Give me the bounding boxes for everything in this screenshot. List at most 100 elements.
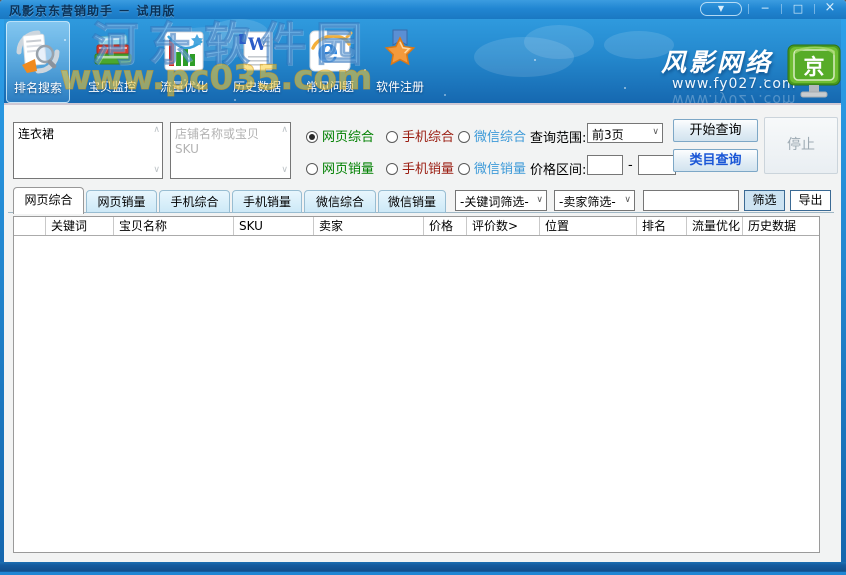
radio-dot [458, 163, 470, 175]
column-header-select[interactable] [14, 217, 46, 235]
traffic-optimize-icon [161, 28, 207, 74]
column-header-item-name[interactable]: 宝贝名称 [114, 217, 234, 235]
seller-filter-select[interactable]: -卖家筛选- ∨ [554, 190, 635, 211]
toolbar-item-item-monitor[interactable]: 宝贝监控 [80, 21, 144, 103]
maximize-button[interactable]: □ [786, 2, 810, 16]
toolbar-item-history-data[interactable]: W 历史数据 [225, 21, 289, 103]
item-monitor-icon [89, 28, 135, 74]
keyword-filter-value: -关键词筛选- [460, 195, 529, 209]
toolbar-item-faq[interactable]: e 常见问题 [298, 21, 362, 103]
table-header-row: 关键词 宝贝名称 SKU 卖家 价格 评价数> 位置 排名 流量优化 历史数据 [14, 217, 819, 236]
start-query-button[interactable]: 开始查询 [673, 119, 758, 142]
chevron-down-icon: ∨ [652, 127, 659, 137]
tab-wechat-sales[interactable]: 微信销量 [378, 190, 446, 213]
minimize-button[interactable]: ─ [753, 2, 777, 16]
chevron-down-icon: ∨ [624, 195, 631, 205]
shop-sku-textarea[interactable]: 店铺名称或宝贝SKU ∧ ∨ [170, 122, 291, 179]
column-header-price[interactable]: 价格 [424, 217, 467, 235]
radio-dot [386, 163, 398, 175]
price-min-input[interactable] [587, 155, 623, 175]
window-frame-left [0, 19, 4, 575]
window-frame-right [841, 19, 846, 575]
window-title: 风影京东营销助手 － 试用版 [9, 2, 175, 19]
register-icon [377, 28, 423, 74]
column-header-reviews[interactable]: 评价数> [467, 217, 540, 235]
column-header-sku[interactable]: SKU [234, 217, 314, 235]
radio-label: 微信销量 [474, 162, 526, 177]
radio-web-composite[interactable]: 网页综合 [306, 126, 374, 142]
column-header-history[interactable]: 历史数据 [743, 217, 819, 235]
column-header-seller[interactable]: 卖家 [314, 217, 424, 235]
radio-wechat-sales[interactable]: 微信销量 [458, 158, 526, 174]
tab-web-sales[interactable]: 网页销量 [86, 190, 157, 213]
faq-icon: e [307, 28, 353, 74]
column-header-traffic[interactable]: 流量优化 [687, 217, 743, 235]
toolbar-item-traffic-optimize[interactable]: 流量优化 [152, 21, 216, 103]
tab-wechat-composite[interactable]: 微信综合 [304, 190, 376, 213]
titlebar[interactable]: 风影京东营销助手 － 试用版 ▼ ─ □ × [0, 0, 846, 19]
radio-web-sales[interactable]: 网页销量 [306, 158, 374, 174]
brand-url: www.fy027.com [672, 76, 797, 92]
filter-text-input[interactable] [643, 190, 739, 211]
jd-logo-icon: 京 [787, 44, 841, 104]
seller-filter-value: -卖家筛选- [559, 195, 616, 209]
radio-wechat-composite[interactable]: 微信综合 [458, 126, 526, 142]
price-max-input[interactable] [638, 155, 676, 175]
keyword-filter-select[interactable]: -关键词筛选- ∨ [455, 190, 547, 211]
window-frame-bottom [0, 562, 846, 575]
toolbar-item-label: 常见问题 [298, 78, 362, 95]
scroll-down-icon[interactable]: ∨ [153, 166, 160, 175]
table-body-empty [14, 236, 819, 552]
toolbar-item-label: 宝贝监控 [80, 78, 144, 95]
titlebar-separator [748, 4, 749, 14]
tab-mobile-sales[interactable]: 手机销量 [232, 190, 302, 213]
chevron-down-icon: ∨ [536, 195, 543, 205]
price-range-label: 价格区间: [530, 159, 586, 178]
toolbar-item-label: 流量优化 [152, 78, 216, 95]
query-range-select[interactable]: 前3页 ∨ [587, 123, 663, 143]
radio-dot [386, 131, 398, 143]
radio-mobile-composite[interactable]: 手机综合 [386, 126, 454, 142]
stop-button[interactable]: 停止 [764, 117, 838, 174]
scroll-up-icon[interactable]: ∧ [281, 126, 288, 135]
tab-mobile-composite[interactable]: 手机综合 [159, 190, 230, 213]
toolbar-item-label: 软件注册 [368, 78, 432, 95]
radio-label: 网页综合 [322, 130, 374, 145]
shop-sku-placeholder: 店铺名称或宝贝SKU [175, 127, 259, 156]
radio-dot [458, 131, 470, 143]
toolbar-item-register[interactable]: 软件注册 [368, 21, 432, 103]
close-button[interactable]: × [818, 2, 842, 16]
radio-label: 手机销量 [402, 162, 454, 177]
query-range-label: 查询范围: [530, 127, 586, 146]
app-window: 风影京东营销助手 － 试用版 ▼ ─ □ × [0, 0, 846, 575]
category-query-button[interactable]: 类目查询 [673, 149, 758, 172]
filter-button[interactable]: 筛选 [744, 190, 785, 211]
toolbar-item-label: 历史数据 [225, 78, 289, 95]
radio-dot [306, 131, 318, 143]
window-menu-button[interactable]: ▼ [700, 2, 742, 16]
titlebar-separator [814, 4, 815, 14]
cloud-decoration [524, 25, 594, 59]
history-data-icon: W [234, 28, 280, 74]
keywords-value: 连衣裙 [18, 127, 54, 141]
column-header-keyword[interactable]: 关键词 [46, 217, 114, 235]
query-range-value: 前3页 [592, 128, 624, 142]
results-table: 关键词 宝贝名称 SKU 卖家 价格 评价数> 位置 排名 流量优化 历史数据 [13, 216, 820, 553]
price-separator: - [628, 158, 633, 173]
radio-label: 手机综合 [402, 130, 454, 145]
export-button[interactable]: 导出 [790, 190, 831, 211]
tab-web-composite[interactable]: 网页综合 [13, 187, 84, 214]
toolbar: 排名搜索 宝贝监控 [4, 19, 841, 105]
toolbar-item-rank-search[interactable]: 排名搜索 [6, 21, 70, 103]
svg-text:京: 京 [804, 55, 825, 79]
column-header-position[interactable]: 位置 [540, 217, 637, 235]
radio-mobile-sales[interactable]: 手机销量 [386, 158, 454, 174]
rank-search-icon [15, 29, 61, 75]
scroll-down-icon[interactable]: ∨ [281, 166, 288, 175]
keywords-textarea[interactable]: 连衣裙 ∧ ∨ [13, 122, 163, 179]
column-header-rank[interactable]: 排名 [637, 217, 687, 235]
radio-label: 网页销量 [322, 162, 374, 177]
scroll-up-icon[interactable]: ∧ [153, 126, 160, 135]
brand-url-reflection: www.fy027.com [672, 91, 797, 105]
radio-label: 微信综合 [474, 130, 526, 145]
